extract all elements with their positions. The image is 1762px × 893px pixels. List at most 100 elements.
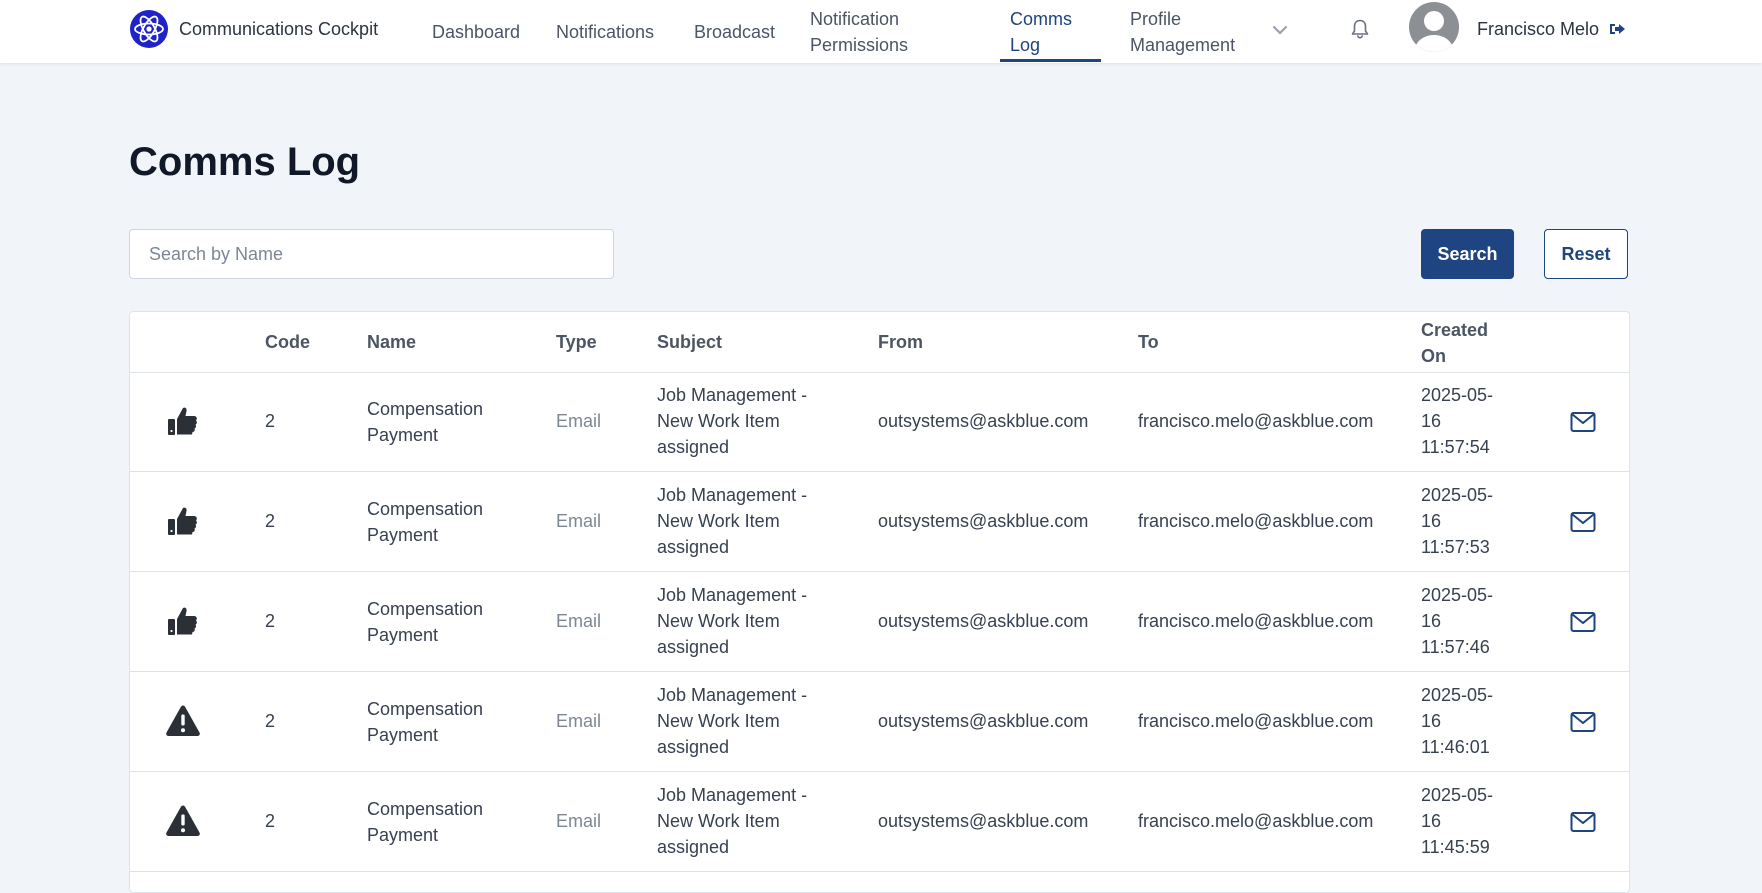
app-title: Communications Cockpit — [179, 18, 379, 39]
nav-comms-log[interactable]: Comms Log — [1010, 0, 1072, 63]
cell-subject: Job Management - New Work Item assigned — [657, 682, 857, 760]
nav-profile-management-label-line2: Management — [1130, 34, 1236, 55]
cell-type: Email — [556, 811, 602, 831]
cell-subject-line3: assigned — [657, 837, 730, 857]
nav-profile-management[interactable]: Profile Management — [1130, 0, 1235, 63]
nav-dashboard[interactable]: Dashboard — [432, 0, 520, 63]
header-subject[interactable]: Subject — [657, 329, 857, 355]
cell-from: outsystems@askblue.com — [878, 711, 1089, 731]
cell-name: Compensation Payment — [367, 596, 537, 648]
header-name[interactable]: Name — [367, 329, 537, 355]
nav-notification-permissions-label-line1: Notification — [810, 8, 900, 29]
avatar[interactable] — [1408, 1, 1460, 53]
cell-subject-line1: Job Management - — [657, 785, 808, 805]
search-input[interactable] — [129, 229, 614, 279]
cell-type: Email — [556, 711, 602, 731]
cell-created-on-line3: 11:45:59 — [1421, 837, 1490, 857]
header-created-on[interactable]: Created On — [1421, 317, 1511, 369]
page-title: Comms Log — [129, 140, 361, 184]
logout-icon[interactable] — [1608, 20, 1626, 38]
bell-icon[interactable] — [1349, 18, 1371, 40]
cell-from: outsystems@askblue.com — [878, 811, 1089, 831]
brand[interactable]: Communications Cockpit — [129, 9, 378, 49]
cell-subject-line2: New Work Item — [657, 411, 780, 431]
cell-created-on-line1: 2025-05- — [1421, 585, 1494, 605]
cell-created-on-line2: 16 — [1421, 811, 1442, 831]
cell-name-line1: Compensation — [367, 699, 484, 719]
cell-subject-line2: New Work Item — [657, 811, 780, 831]
cell-name-line1: Compensation — [367, 599, 484, 619]
cell-name-line2: Payment — [367, 625, 439, 645]
envelope-icon[interactable] — [1570, 711, 1596, 733]
cell-name-line2: Payment — [367, 425, 439, 445]
cell-name-line2: Payment — [367, 525, 439, 545]
chevron-down-icon[interactable] — [1271, 21, 1289, 39]
active-tab-indicator — [1000, 59, 1101, 62]
cell-created-on: 2025-05- 16 11:45:59 — [1421, 782, 1511, 860]
table-row[interactable]: 2 Compensation Payment Email Job Managem… — [130, 672, 1629, 772]
nav-broadcast-label: Broadcast — [694, 21, 776, 42]
cell-subject-line2: New Work Item — [657, 711, 780, 731]
cell-name-line2: Payment — [367, 725, 439, 745]
header-code[interactable]: Code — [265, 329, 310, 355]
cell-name: Compensation Payment — [367, 696, 537, 748]
nav-broadcast[interactable]: Broadcast — [694, 0, 775, 63]
cell-type: Email — [556, 511, 602, 531]
table-row[interactable]: 2 Compensation Payment Email Job Managem… — [130, 372, 1629, 472]
nav-profile-management-label-line1: Profile — [1130, 8, 1182, 29]
cell-to: francisco.melo@askblue.com — [1138, 611, 1374, 631]
nav-notifications-label: Notifications — [556, 21, 655, 42]
cell-subject-line1: Job Management - — [657, 685, 808, 705]
header-from[interactable]: From — [878, 329, 923, 355]
nav-comms-log-label-line1: Comms — [1010, 8, 1072, 29]
table-header-row: Code Name Type Subject From To Created O… — [130, 312, 1629, 373]
cell-created-on-line1: 2025-05- — [1421, 685, 1494, 705]
cell-created-on: 2025-05- 16 11:57:54 — [1421, 382, 1511, 460]
envelope-icon[interactable] — [1570, 411, 1596, 433]
cell-subject-line2: New Work Item — [657, 511, 780, 531]
cell-subject-line3: assigned — [657, 437, 730, 457]
top-navigation-bar: Communications Cockpit Dashboard Notific… — [0, 0, 1762, 63]
cell-name: Compensation Payment — [367, 396, 537, 448]
cell-subject-line3: assigned — [657, 537, 730, 557]
warning-icon — [166, 705, 200, 736]
cell-created-on-line1: 2025-05- — [1421, 485, 1494, 505]
table-row[interactable]: 2 Compensation Payment Email Job Managem… — [130, 472, 1629, 572]
thumbs-up-icon — [168, 607, 197, 635]
cell-created-on-line1: 2025-05- — [1421, 385, 1494, 405]
nav-comms-log-label-line2: Log — [1010, 34, 1041, 55]
nav-dashboard-label: Dashboard — [432, 21, 521, 42]
header-type[interactable]: Type — [556, 329, 597, 355]
header-created-on-line1: Created — [1421, 320, 1489, 340]
comms-log-table: Code Name Type Subject From To Created O… — [129, 311, 1630, 893]
header-to[interactable]: To — [1138, 329, 1159, 355]
cell-name: Compensation Payment — [367, 496, 537, 548]
header-created-on-line2: On — [1421, 346, 1446, 366]
cell-created-on-line2: 16 — [1421, 711, 1442, 731]
cell-name-line1: Compensation — [367, 399, 484, 419]
search-button[interactable]: Search — [1421, 229, 1514, 279]
cell-from: outsystems@askblue.com — [878, 511, 1089, 531]
cell-created-on: 2025-05- 16 11:57:46 — [1421, 582, 1511, 660]
envelope-icon[interactable] — [1570, 811, 1596, 833]
nav-notifications[interactable]: Notifications — [556, 0, 654, 63]
envelope-icon[interactable] — [1570, 511, 1596, 533]
cell-subject: Job Management - New Work Item assigned — [657, 482, 857, 560]
cell-created-on-line2: 16 — [1421, 611, 1442, 631]
envelope-icon[interactable] — [1570, 611, 1596, 633]
cell-to: francisco.melo@askblue.com — [1138, 711, 1374, 731]
cell-subject-line3: assigned — [657, 637, 730, 657]
table-row[interactable]: 2 Compensation Payment Email Job Managem… — [130, 572, 1629, 672]
cell-created-on: 2025-05- 16 11:46:01 — [1421, 682, 1511, 760]
reset-button[interactable]: Reset — [1544, 229, 1628, 279]
cell-to: francisco.melo@askblue.com — [1138, 811, 1374, 831]
nav-notification-permissions[interactable]: Notification Permissions — [810, 0, 908, 63]
cell-to: francisco.melo@askblue.com — [1138, 511, 1374, 531]
cell-created-on-line3: 11:46:01 — [1421, 737, 1490, 757]
cell-code: 2 — [265, 411, 276, 431]
cell-name: Compensation Payment — [367, 796, 537, 848]
table-row[interactable]: 2 Compensation Payment Email Job Managem… — [130, 772, 1629, 872]
cell-code: 2 — [265, 611, 276, 631]
cell-subject-line2: New Work Item — [657, 611, 780, 631]
thumbs-up-icon — [168, 507, 197, 535]
